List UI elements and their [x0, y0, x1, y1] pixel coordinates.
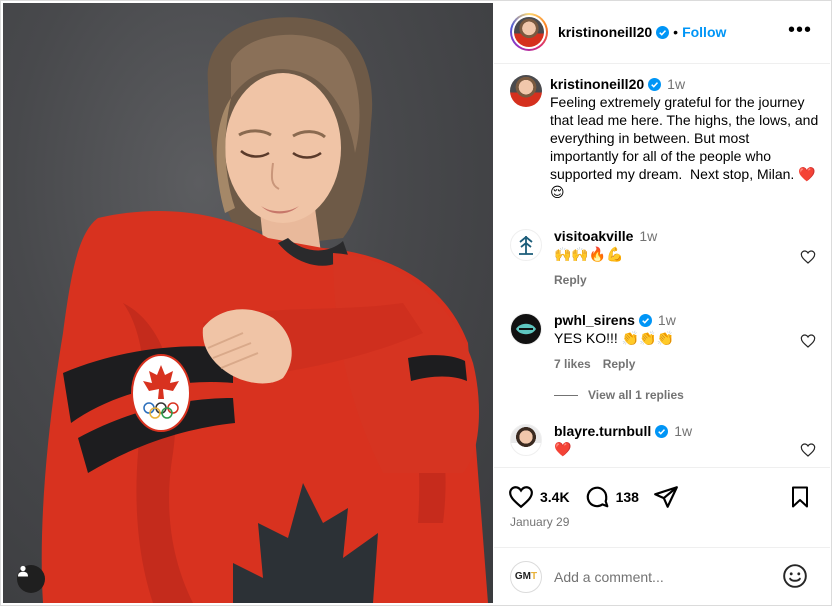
- caption-text: Feeling extremely grateful for the journ…: [550, 94, 823, 200]
- person-icon: [18, 565, 28, 577]
- avatar[interactable]: [510, 424, 542, 456]
- view-replies-button[interactable]: View all 1 replies: [554, 388, 684, 402]
- post-side-panel: kristinoneill20 • Follow ••• kristinonei…: [494, 1, 830, 605]
- verified-badge-icon: [656, 25, 670, 39]
- post-date[interactable]: January 29: [510, 515, 569, 529]
- comment-text: 🙌🙌🔥💪: [554, 246, 624, 262]
- reply-button[interactable]: Reply: [603, 357, 636, 371]
- share-paper-plane-icon[interactable]: [653, 484, 679, 510]
- heart-icon[interactable]: [800, 249, 816, 265]
- avatar[interactable]: [510, 229, 542, 261]
- caption-timestamp[interactable]: 1w: [667, 76, 685, 92]
- comment-text: ❤️: [554, 441, 572, 457]
- comment-bubble-icon[interactable]: [584, 484, 610, 510]
- comment-timestamp: 1w: [639, 228, 658, 244]
- view-replies-label: View all 1 replies: [588, 388, 684, 402]
- story-ring-avatar[interactable]: [510, 13, 548, 51]
- comment-item: blayre.turnbull 1w ❤️: [510, 422, 820, 458]
- heart-icon[interactable]: [800, 442, 816, 458]
- post-header: kristinoneill20 • Follow •••: [494, 1, 830, 64]
- likes-count[interactable]: 3.4K: [540, 489, 570, 505]
- comment-username[interactable]: visitoakville: [554, 228, 633, 244]
- comment-timestamp: 1w: [657, 312, 676, 328]
- emoji-smiley-icon[interactable]: [782, 563, 808, 589]
- reply-button[interactable]: Reply: [554, 273, 587, 287]
- comment-username[interactable]: blayre.turnbull: [554, 423, 651, 439]
- comment-item: pwhl_sirens 1w YES KO!!! 👏👏👏 7 likes Reply: [510, 311, 820, 373]
- comments-count[interactable]: 138: [616, 489, 639, 505]
- heart-icon[interactable]: [800, 333, 816, 349]
- separator-dot: •: [673, 24, 679, 40]
- post-photo[interactable]: [3, 3, 493, 603]
- divider: [554, 394, 578, 396]
- avatar: [514, 17, 544, 47]
- comment-item: visitoakville 1w 🙌🙌🔥💪 Reply: [510, 227, 820, 289]
- comment-text: YES KO!!! 👏👏👏: [554, 330, 674, 346]
- athlete-illustration: [41, 17, 489, 603]
- verified-badge-icon: [648, 78, 662, 91]
- avatar[interactable]: [510, 75, 542, 107]
- avatar[interactable]: GM T: [510, 560, 542, 593]
- verified-badge-icon: [638, 314, 652, 327]
- follow-button[interactable]: Follow: [682, 24, 726, 40]
- avatar[interactable]: [510, 313, 542, 345]
- post-caption: kristinoneill20 1w Feeling extremely grat…: [510, 75, 820, 201]
- caption-username[interactable]: kristinoneill20: [550, 76, 644, 92]
- tagged-users-button[interactable]: [17, 565, 45, 593]
- more-options-icon[interactable]: •••: [788, 20, 812, 40]
- sirens-logo-icon: [516, 323, 536, 335]
- like-heart-icon[interactable]: [508, 484, 534, 510]
- post-actions-bar: 3.4K 138 January 29: [494, 467, 830, 547]
- comment-timestamp: 1w: [674, 423, 693, 439]
- post-author-username[interactable]: kristinoneill20: [558, 24, 652, 40]
- bookmark-icon[interactable]: [788, 485, 812, 509]
- comment-input[interactable]: [554, 568, 764, 585]
- oakville-logo-icon: [519, 235, 533, 255]
- comment-likes-count[interactable]: 7 likes: [554, 357, 591, 371]
- verified-badge-icon: [655, 425, 669, 438]
- comment-username[interactable]: pwhl_sirens: [554, 312, 635, 328]
- add-comment-bar: GM T: [494, 547, 830, 605]
